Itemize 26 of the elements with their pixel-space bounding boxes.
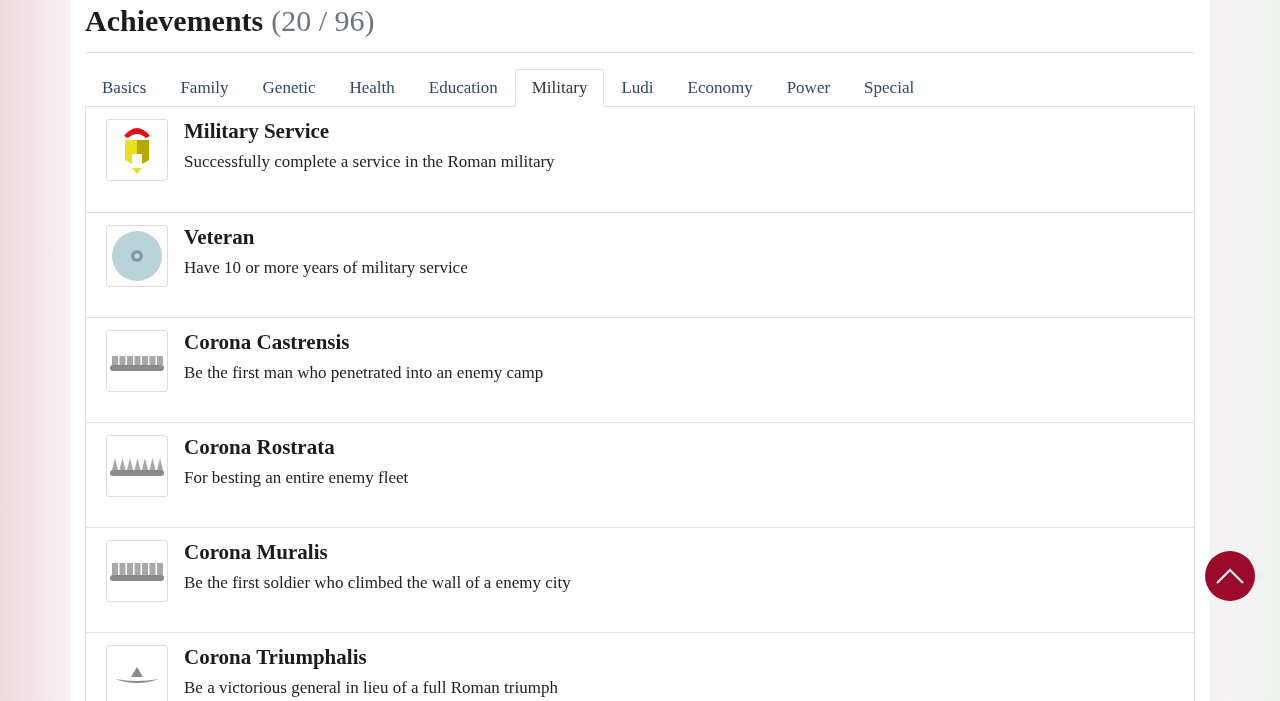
achievement-count: (20 / 96): [271, 4, 375, 38]
category-tab[interactable]: Genetic: [245, 69, 333, 107]
achievement-title: Veteran: [184, 225, 256, 250]
chevron-up-icon: [1216, 568, 1244, 584]
category-tab[interactable]: Family: [163, 69, 246, 107]
category-tab[interactable]: Education: [411, 69, 515, 107]
achievement-title: Corona Rostrata: [184, 435, 336, 460]
category-tab[interactable]: Economy: [670, 69, 770, 107]
category-tab[interactable]: Power: [769, 69, 848, 107]
achievement-description: Have 10 or more years of military service: [184, 258, 468, 278]
scroll-to-top-button[interactable]: [1205, 551, 1255, 601]
achievement-title: Corona Castrensis: [184, 330, 351, 355]
achievement-description: Be the first soldier who climbed the wall of a enemy city: [184, 573, 571, 593]
achievement-description: Be the first man who penetrated into an enemy camp: [184, 363, 544, 383]
achievement-description: Successfully complete a service in the Roman military: [184, 152, 555, 172]
category-tab[interactable]: Health: [332, 69, 412, 107]
category-tab[interactable]: Basics: [85, 69, 164, 107]
category-tab[interactable]: Ludi: [604, 69, 671, 107]
achievement-title: Corona Muralis: [184, 540, 329, 565]
achievement-description: Be a victorious general in lieu of a full Roman triumph: [184, 678, 558, 698]
category-tab[interactable]: Special: [847, 69, 932, 107]
achievement-title: Military Service: [184, 119, 331, 144]
page-title: Achievements: [85, 4, 264, 38]
category-tab[interactable]: Military: [514, 69, 605, 107]
achievement-description: For besting an entire enemy fleet: [184, 468, 409, 488]
achievement-title: Corona Triumphalis: [184, 645, 368, 670]
